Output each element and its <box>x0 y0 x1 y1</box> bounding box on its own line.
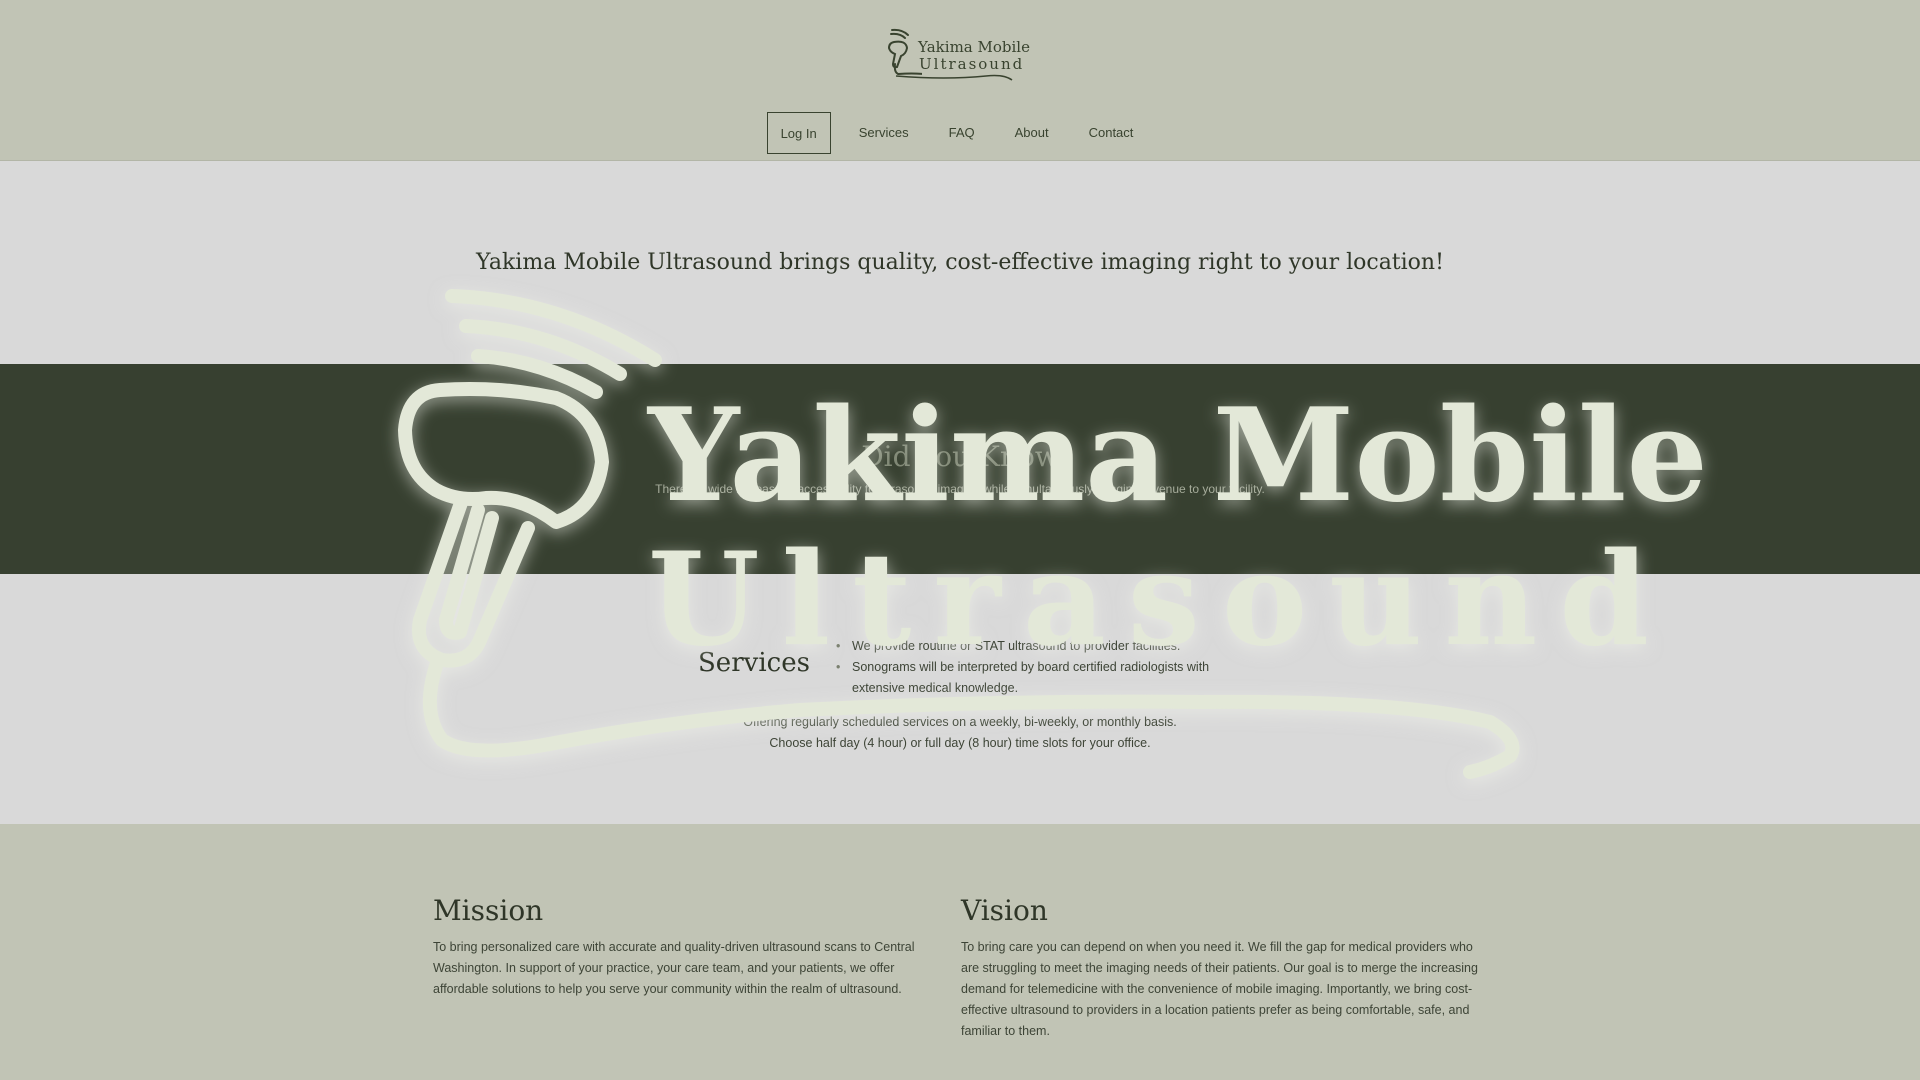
mission-section: Mission To bring personalized care with … <box>433 894 933 1000</box>
main-nav: Log In Services FAQ About Contact <box>0 111 1920 155</box>
services-note: Offering regularly scheduled services on… <box>0 712 1920 754</box>
nav-login[interactable]: Log In <box>766 112 831 154</box>
nav-about[interactable]: About <box>995 112 1069 154</box>
services-note-line1: Offering regularly scheduled services on… <box>743 715 1177 729</box>
nav-faq[interactable]: FAQ <box>929 112 995 154</box>
services-band <box>0 574 1920 824</box>
site-header: Yakima Mobile Ultrasound Log In Services… <box>0 0 1920 161</box>
vision-section: Vision To bring care you can depend on w… <box>961 894 1491 1042</box>
nav-services[interactable]: Services <box>839 112 929 154</box>
services-title: Services <box>698 648 810 678</box>
services-item: Sonograms will be interpreted by board c… <box>836 657 1236 699</box>
services-list: We provide routine or STAT ultrasound to… <box>836 636 1236 699</box>
did-you-know-text: There's a wide increase in accessibility… <box>655 482 1265 496</box>
services-item: We provide routine or STAT ultrasound to… <box>836 636 1236 657</box>
brand-logo[interactable]: Yakima Mobile Ultrasound <box>886 26 1030 86</box>
mission-text: To bring personalized care with accurate… <box>433 940 915 996</box>
did-you-know-title: Did you Know <box>861 440 1059 473</box>
mission-title: Mission <box>433 894 544 927</box>
brand-swoosh <box>895 74 1013 81</box>
hero-tagline: Yakima Mobile Ultrasound brings quality,… <box>476 250 1444 275</box>
vision-text: To bring care you can depend on when you… <box>961 940 1478 1038</box>
vision-title: Vision <box>961 894 1048 927</box>
nav-contact[interactable]: Contact <box>1069 112 1154 154</box>
services-note-line2: Choose half day (4 hour) or full day (8 … <box>769 736 1151 750</box>
